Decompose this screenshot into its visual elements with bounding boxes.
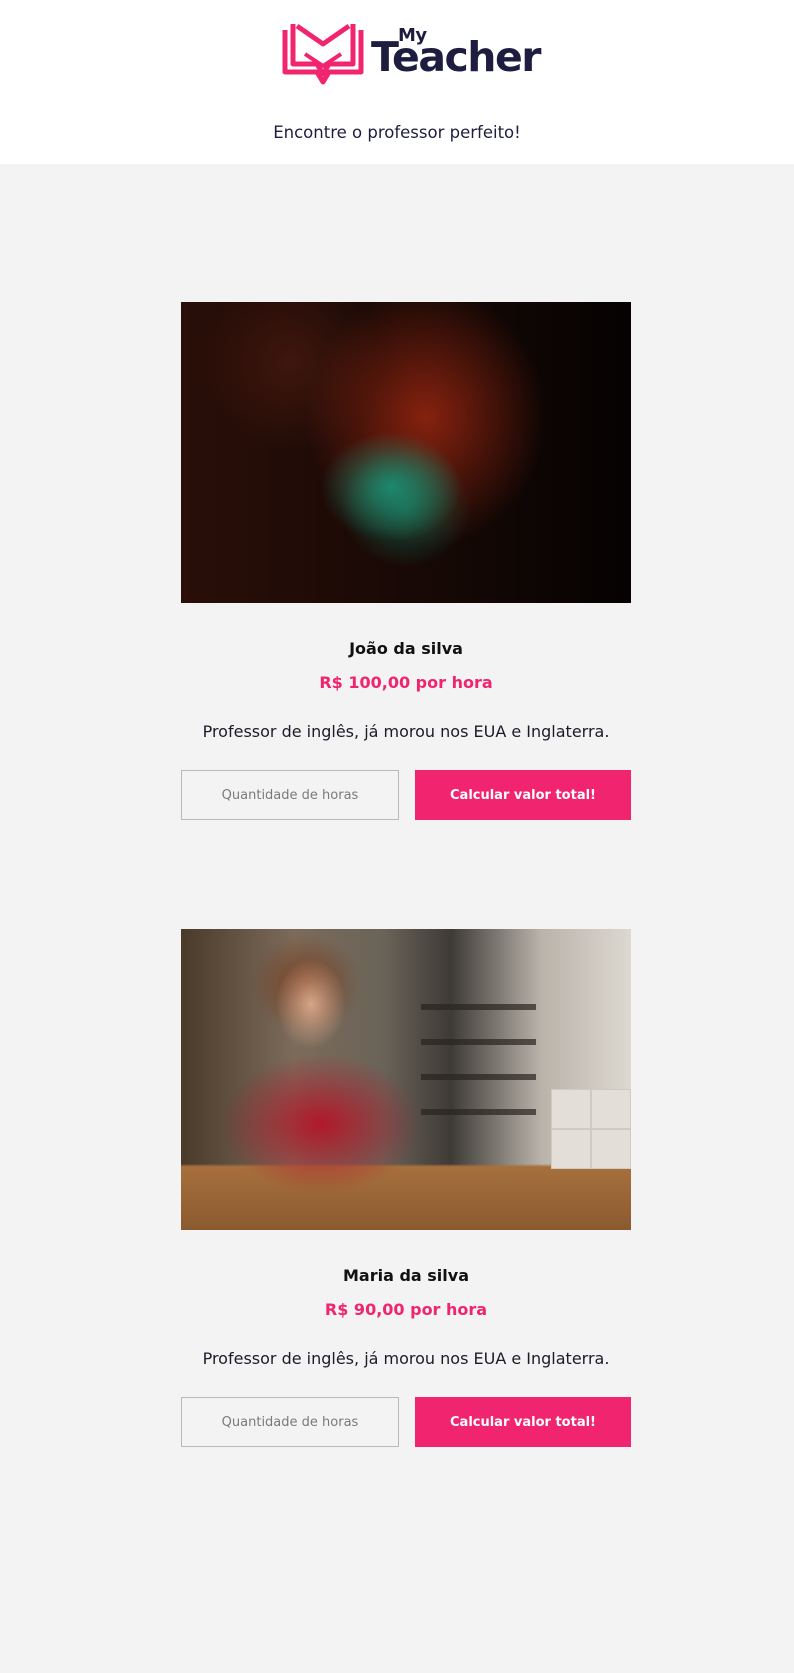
- teacher-price: R$ 90,00 por hora: [324, 1300, 488, 1319]
- teacher-photo: [181, 302, 631, 603]
- teacher-price: R$ 100,00 por hora: [319, 673, 493, 692]
- logo[interactable]: My Teacher: [281, 20, 542, 92]
- hours-input[interactable]: [181, 1397, 399, 1447]
- teacher-description: Professor de inglês, já morou nos EUA e …: [202, 722, 610, 741]
- tagline: Encontre o professor perfeito!: [273, 123, 521, 142]
- teacher-photo: [181, 929, 631, 1230]
- book-icon: [282, 23, 364, 85]
- calculator-controls: Calcular valor total!: [181, 1397, 631, 1447]
- hours-input[interactable]: [181, 770, 399, 820]
- calculate-total-button[interactable]: Calcular valor total!: [415, 1397, 631, 1447]
- teacher-name: Maria da silva: [343, 1266, 469, 1285]
- logo-teacher-text: Teacher: [371, 33, 542, 81]
- teacher-description: Professor de inglês, já morou nos EUA e …: [202, 1349, 610, 1368]
- teacher-name: João da silva: [349, 639, 463, 658]
- teacher-card: Maria da silva R$ 90,00 por hora Profess…: [181, 929, 631, 1447]
- calculate-total-button[interactable]: Calcular valor total!: [415, 770, 631, 820]
- site-header: My Teacher Encontre o professor perfeito…: [0, 0, 794, 164]
- calculator-controls: Calcular valor total!: [181, 770, 631, 820]
- teacher-card: João da silva R$ 100,00 por hora Profess…: [181, 302, 631, 820]
